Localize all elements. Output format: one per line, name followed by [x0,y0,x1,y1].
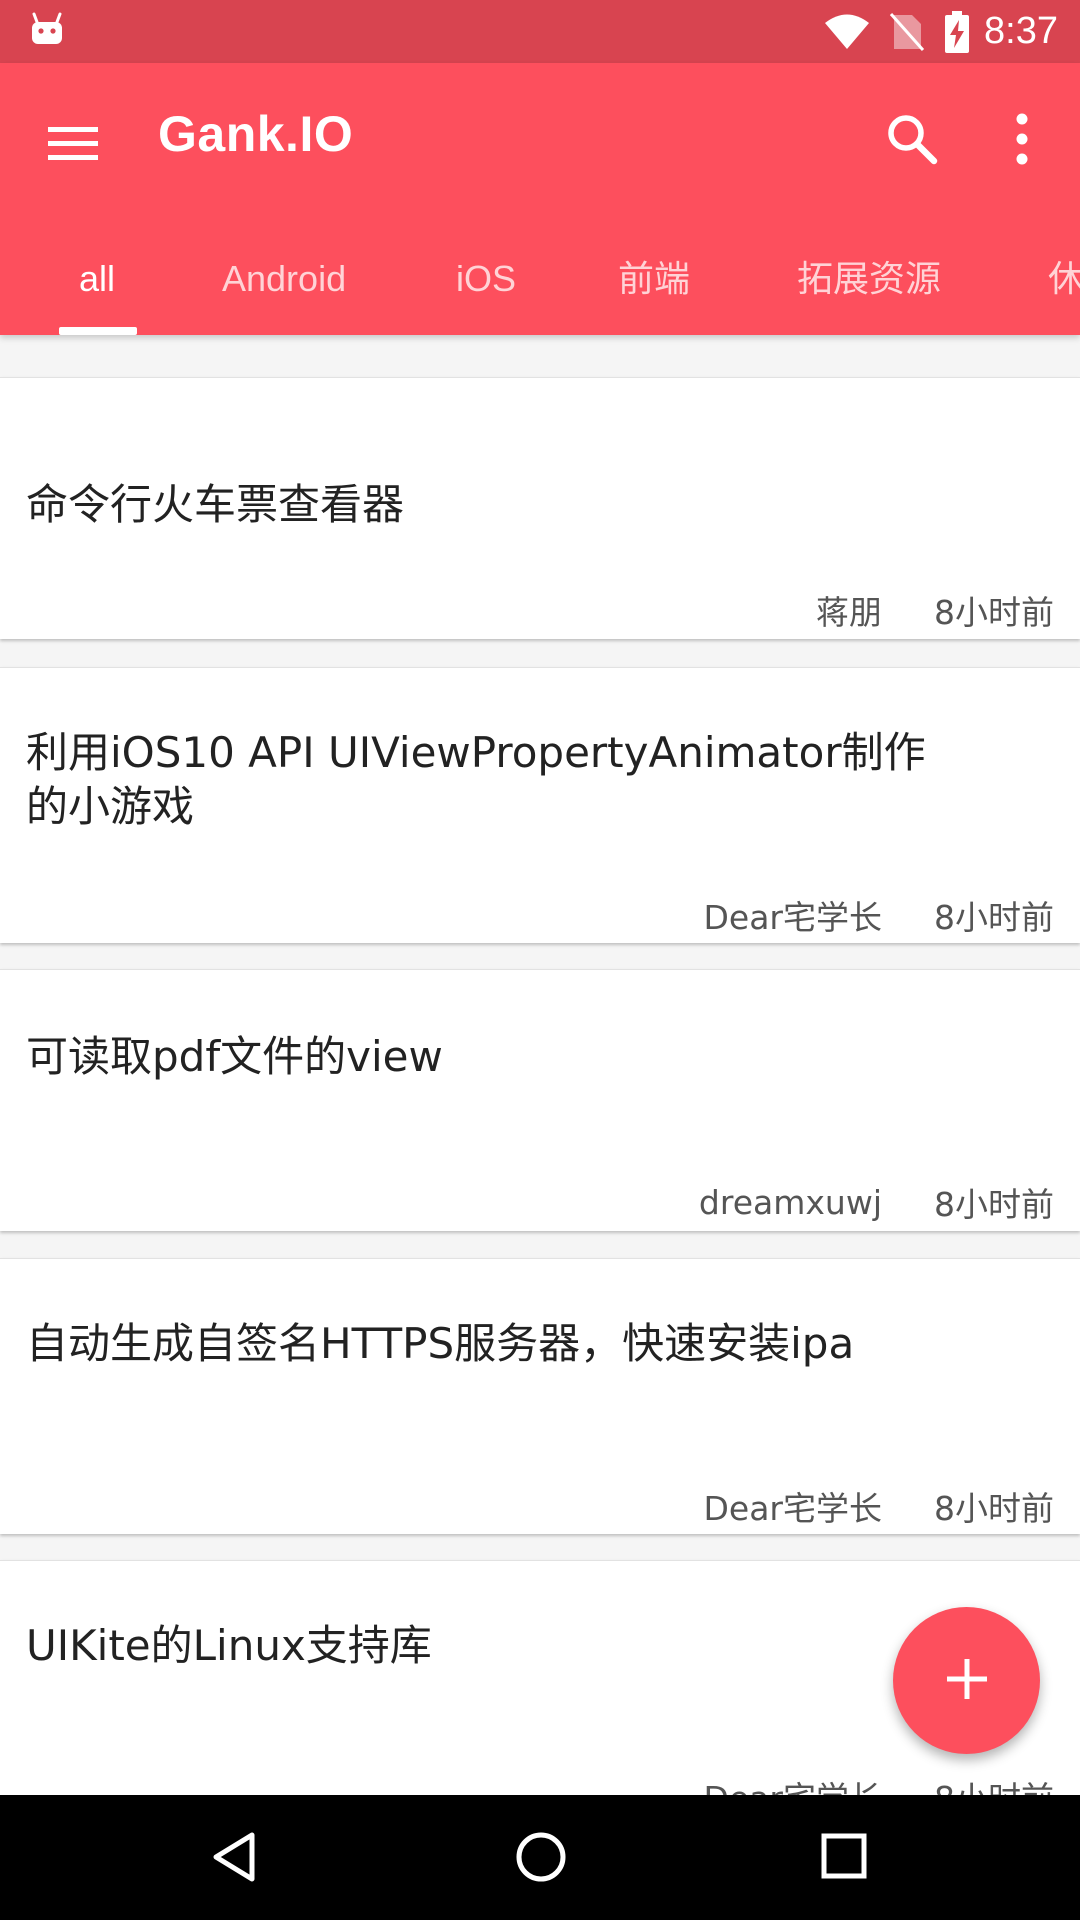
recents-icon[interactable] [821,1833,867,1883]
article-card[interactable]: 利用iOS10 API UIViewPropertyAnimator制作的小游戏… [0,667,1080,943]
article-title: UIKite的Linux支持库 [26,1621,432,1670]
article-title: 可读取pdf文件的view [26,1032,443,1081]
search-button[interactable] [882,109,942,169]
search-icon [882,115,942,173]
menu-icon [44,127,104,177]
article-author: Dear宅学长 [703,898,882,937]
article-meta: Dear宅学长 8小时前 [703,1771,1054,1795]
article-meta: Dear宅学长 8小时前 [703,1481,1054,1531]
article-author: 蒋朋 [816,593,882,632]
article-list[interactable]: 命令行火车票查看器 蒋朋 8小时前 利用iOS10 API UIViewProp… [0,335,1080,1795]
tab-ios[interactable]: iOS [456,223,516,335]
article-time: 8小时前 [934,1772,1054,1795]
article-time: 8小时前 [934,1185,1054,1224]
status-bar: 8:37 [0,0,1080,63]
article-title: 命令行火车票查看器 [26,480,405,529]
battery-charging-icon [944,10,970,53]
tab-indicator [59,327,137,335]
menu-button[interactable] [44,113,104,173]
more-options-button[interactable] [1000,109,1044,169]
more-vert-icon [1000,113,1044,173]
article-author: dreamxuwj [698,1182,882,1222]
app-title: Gank.IO [158,106,354,162]
article-time: 8小时前 [934,1489,1054,1528]
article-card[interactable]: 命令行火车票查看器 蒋朋 8小时前 [0,377,1080,639]
back-icon[interactable] [210,1831,258,1887]
article-author: Dear宅学长 [703,1489,882,1528]
article-card[interactable]: 可读取pdf文件的view dreamxuwj 8小时前 [0,969,1080,1231]
category-tabs: all Android iOS 前端 拓展资源 休 [0,223,1080,335]
tab-frontend[interactable]: 前端 [618,223,690,335]
article-author: Dear宅学长 [703,1772,882,1795]
status-time: 8:37 [984,10,1058,52]
navigation-bar [0,1795,1080,1920]
no-sim-icon [890,12,925,52]
app-screen: 8:37 Gank.IO all Android iOS 前端 拓展资源 休 命… [0,0,1080,1920]
tab-resources[interactable]: 拓展资源 [797,223,941,335]
article-title: 利用iOS10 API UIViewPropertyAnimator制作的小游戏 [26,728,926,831]
add-fab-button[interactable] [893,1607,1040,1754]
article-meta: dreamxuwj 8小时前 [699,1177,1054,1227]
article-title: 自动生成自签名HTTPS服务器，快速安装ipa [26,1319,855,1368]
app-bar: Gank.IO all Android iOS 前端 拓展资源 休 [0,63,1080,335]
add-icon [945,1657,989,1705]
wifi-icon [824,14,870,50]
article-meta: Dear宅学长 8小时前 [703,890,1054,940]
tab-android[interactable]: Android [222,223,346,335]
tab-leisure[interactable]: 休 [1048,223,1080,335]
android-icon [30,12,64,50]
home-icon[interactable] [515,1831,567,1887]
article-card[interactable]: 自动生成自签名HTTPS服务器，快速安装ipa Dear宅学长 8小时前 [0,1258,1080,1534]
article-time: 8小时前 [934,593,1054,632]
article-meta: 蒋朋 8小时前 [816,585,1054,635]
tab-all[interactable]: all [79,223,115,335]
article-time: 8小时前 [934,898,1054,937]
